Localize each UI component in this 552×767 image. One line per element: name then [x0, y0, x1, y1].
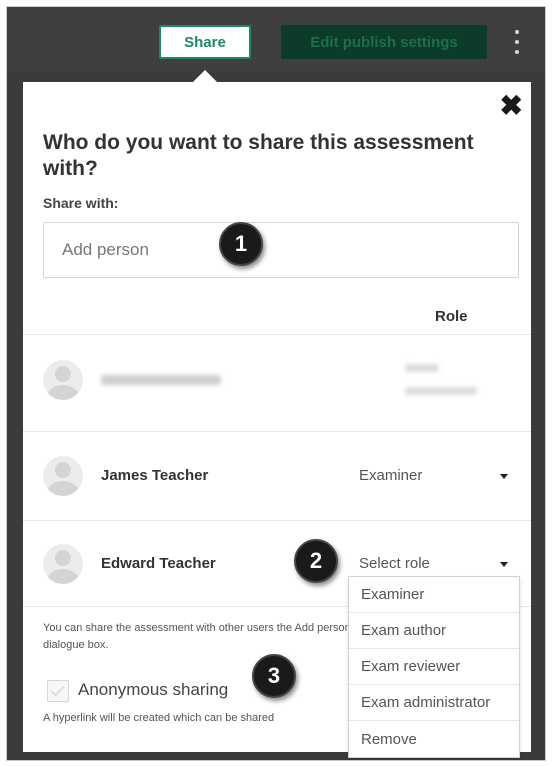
person-name: James Teacher	[101, 467, 209, 484]
callout-badge-3: 3	[252, 654, 296, 698]
role-option-remove[interactable]: Remove	[349, 721, 519, 757]
role-option-examiner[interactable]: Examiner	[349, 577, 519, 613]
role-dropdown-menu: Examiner Exam author Exam reviewer Exam …	[348, 576, 520, 758]
hyperlink-note: A hyperlink will be created which can be…	[43, 712, 275, 724]
avatar	[43, 544, 83, 584]
edit-publish-settings-button[interactable]: Edit publish settings	[281, 25, 487, 59]
share-info-text: You can share the assessment with other …	[43, 622, 351, 651]
share-with-label: Share with:	[43, 195, 119, 211]
role-redacted	[405, 387, 477, 395]
role-redacted	[405, 364, 439, 372]
dialog-title: Who do you want to share this assessment…	[43, 131, 474, 180]
close-icon[interactable]: ✖	[500, 92, 523, 120]
more-options-icon[interactable]	[507, 27, 527, 57]
app-frame: Share Edit publish settings ✖ Who do you…	[6, 6, 546, 761]
divider	[23, 431, 531, 432]
top-toolbar: Share Edit publish settings	[7, 7, 545, 71]
popover-arrow	[193, 70, 217, 82]
divider	[23, 520, 531, 521]
role-column-header: Role	[435, 308, 468, 325]
role-option-exam-administrator[interactable]: Exam administrator	[349, 685, 519, 721]
avatar	[43, 456, 83, 496]
chevron-down-icon[interactable]	[500, 474, 508, 479]
anonymous-sharing-label[interactable]: Anonymous sharing	[78, 680, 228, 700]
role-option-exam-author[interactable]: Exam author	[349, 613, 519, 649]
avatar	[43, 360, 83, 400]
person-name-redacted	[101, 375, 221, 385]
role-select[interactable]: Select role	[359, 555, 430, 572]
anonymous-sharing-checkbox[interactable]	[47, 680, 69, 702]
person-name: Edward Teacher	[101, 555, 216, 572]
add-person-input[interactable]	[43, 222, 519, 278]
share-button[interactable]: Share	[159, 25, 251, 59]
chevron-down-icon[interactable]	[500, 562, 508, 567]
role-option-exam-reviewer[interactable]: Exam reviewer	[349, 649, 519, 685]
callout-badge-1: 1	[219, 222, 263, 266]
callout-badge-2: 2	[294, 539, 338, 583]
role-select[interactable]: Examiner	[359, 467, 422, 484]
share-dialog: ✖ Who do you want to share this assessme…	[23, 82, 531, 758]
divider	[23, 334, 531, 335]
